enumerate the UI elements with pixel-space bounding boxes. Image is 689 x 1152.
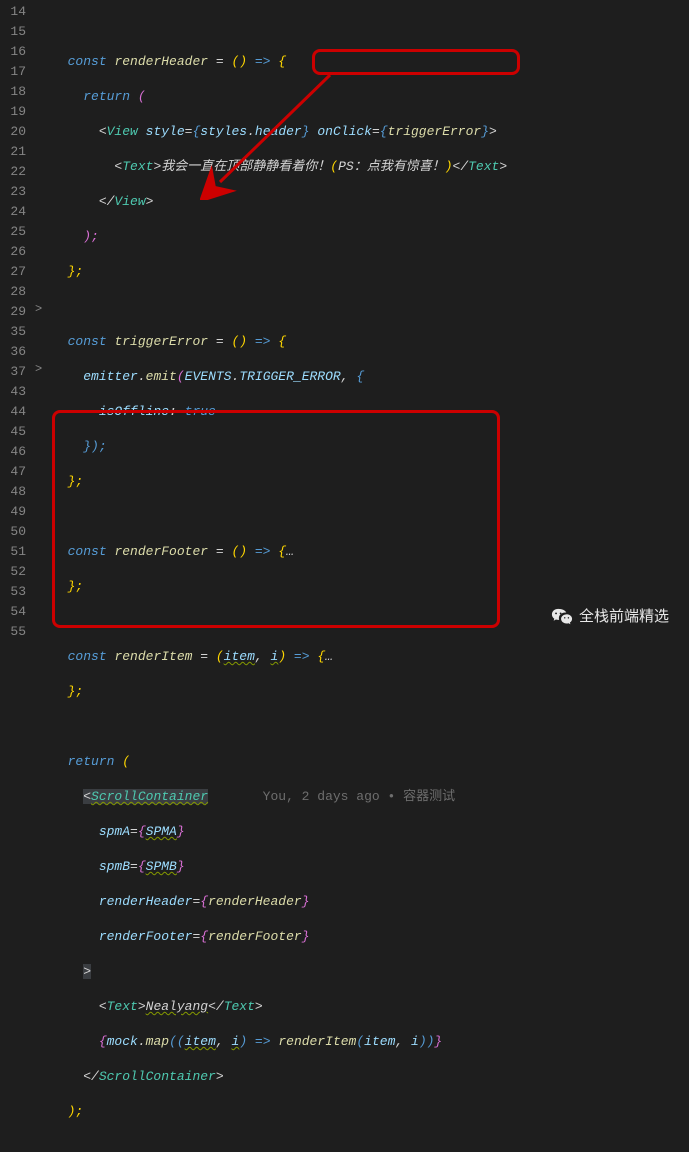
annotation-box-onclick — [312, 49, 520, 75]
line-number: 53 — [0, 582, 32, 602]
line-number: 23 — [0, 182, 32, 202]
line-numbers: 14 15 16 17 18 19 20 21 22 23 24 25 26 2… — [0, 0, 32, 646]
line-number: 47 — [0, 462, 32, 482]
watermark: 全栈前端精选 — [551, 605, 669, 626]
line-number: 15 — [0, 22, 32, 42]
line-number: 26 — [0, 242, 32, 262]
git-lens-annotation: You, 2 days ago • 容器测试 — [208, 789, 455, 804]
line-number: 35 — [0, 322, 32, 342]
line-number: 22 — [0, 162, 32, 182]
annotation-box-return — [52, 410, 500, 628]
line-number: 17 — [0, 62, 32, 82]
line-number: 18 — [0, 82, 32, 102]
line-number: 28 — [0, 282, 32, 302]
line-number: 52 — [0, 562, 32, 582]
line-number: 14 — [0, 2, 32, 22]
line-number: 37 — [0, 362, 32, 382]
line-number: 25 — [0, 222, 32, 242]
line-number: 36 — [0, 342, 32, 362]
line-number: 51 — [0, 542, 32, 562]
line-number: 54 — [0, 602, 32, 622]
line-number: 19 — [0, 102, 32, 122]
line-number: 16 — [0, 42, 32, 62]
fold-column: > > — [32, 0, 52, 646]
line-number: 29 — [0, 302, 32, 322]
line-number: 49 — [0, 502, 32, 522]
line-number: 27 — [0, 262, 32, 282]
line-number: 45 — [0, 422, 32, 442]
wechat-icon — [551, 607, 573, 625]
line-number: 24 — [0, 202, 32, 222]
line-number: 43 — [0, 382, 32, 402]
line-number: 44 — [0, 402, 32, 422]
line-number: 46 — [0, 442, 32, 462]
line-number: 55 — [0, 622, 32, 642]
line-number: 48 — [0, 482, 32, 502]
line-number: 50 — [0, 522, 32, 542]
line-number: 20 — [0, 122, 32, 142]
fold-chevron-icon[interactable]: > — [35, 302, 42, 316]
watermark-text: 全栈前端精选 — [579, 605, 669, 626]
fold-chevron-icon[interactable]: > — [35, 362, 42, 376]
line-number: 21 — [0, 142, 32, 162]
